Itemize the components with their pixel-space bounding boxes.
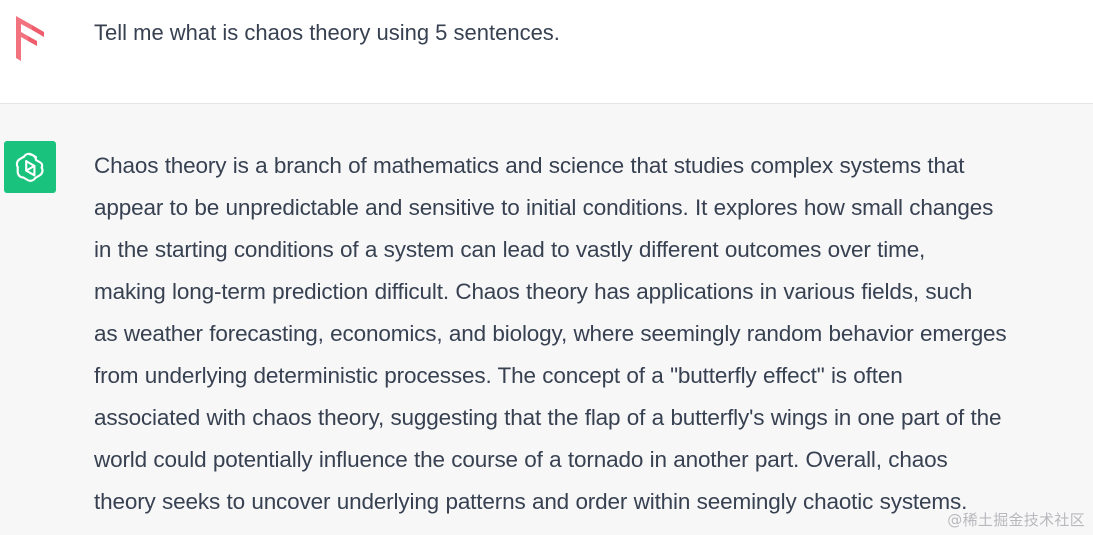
assistant-message-line: from underlying deterministic processes.… [94,363,903,388]
assistant-message-line: making long-term prediction difficult. C… [94,279,973,304]
assistant-message-line: Chaos theory is a branch of mathematics … [94,153,965,178]
assistant-message-line: associated with chaos theory, suggesting… [94,405,1002,430]
chat-conversation: Tell me what is chaos theory using 5 sen… [0,0,1093,535]
user-message-row: Tell me what is chaos theory using 5 sen… [0,0,1093,104]
assistant-message-line: appear to be unpredictable and sensitive… [94,195,994,220]
user-message-text: Tell me what is chaos theory using 5 sen… [94,20,560,45]
assistant-message-line: world could potentially influence the co… [94,447,948,472]
user-avatar-logo-icon [4,12,56,64]
assistant-message-row: Chaos theory is a branch of mathematics … [0,104,1093,535]
assistant-message-line: in the starting conditions of a system c… [94,237,926,262]
chatgpt-logo-icon [4,141,56,193]
assistant-message-line: as weather forecasting, economics, and b… [94,321,1007,346]
assistant-message-line: theory seeks to uncover underlying patte… [94,489,968,514]
assistant-message-text: Chaos theory is a branch of mathematics … [94,145,1079,523]
watermark: @稀土掘金技术社区 [947,511,1085,529]
